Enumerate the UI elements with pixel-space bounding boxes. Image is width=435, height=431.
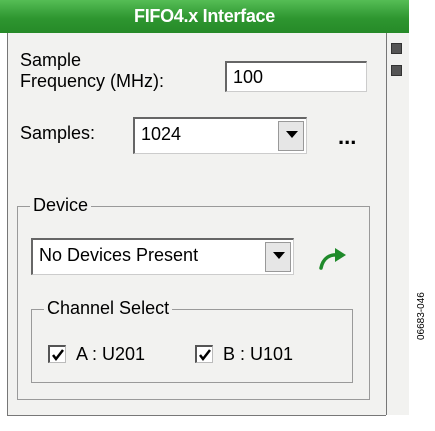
sample-frequency-label: Sample Frequency (MHz): xyxy=(20,50,165,91)
channel-b-checkbox[interactable] xyxy=(195,345,213,363)
checkmark-icon xyxy=(199,349,211,362)
sample-frequency-input[interactable]: 100 xyxy=(225,61,367,92)
samples-selected-value: 1024 xyxy=(141,124,182,144)
checkmark-icon xyxy=(52,349,64,362)
handle-top-icon xyxy=(391,43,402,54)
samples-more-button[interactable]: ... xyxy=(338,124,356,150)
device-select[interactable]: No Devices Present xyxy=(31,238,294,275)
device-dropdown-button[interactable] xyxy=(265,242,291,272)
channel-a-label: A : U201 xyxy=(76,344,146,364)
channel-a-checkbox[interactable] xyxy=(48,345,66,363)
chevron-down-icon xyxy=(286,131,298,138)
chevron-down-icon xyxy=(273,252,285,259)
samples-dropdown-button[interactable] xyxy=(278,121,304,151)
channel-select-label: Channel Select xyxy=(44,298,173,319)
samples-select[interactable]: 1024 xyxy=(133,117,307,154)
device-group-label: Device xyxy=(30,195,92,216)
window-title-bar: FIFO4.x Interface xyxy=(0,0,409,33)
scroll-strip[interactable] xyxy=(387,33,409,415)
device-selected-value: No Devices Present xyxy=(39,245,199,265)
samples-label: Samples: xyxy=(20,123,96,143)
handle-bottom-icon xyxy=(391,65,402,76)
window-title: FIFO4.x Interface xyxy=(134,6,275,26)
channel-b-label: B : U101 xyxy=(223,344,294,364)
refresh-arrow-icon[interactable] xyxy=(318,247,348,271)
figure-code: 06683-046 xyxy=(416,292,427,340)
